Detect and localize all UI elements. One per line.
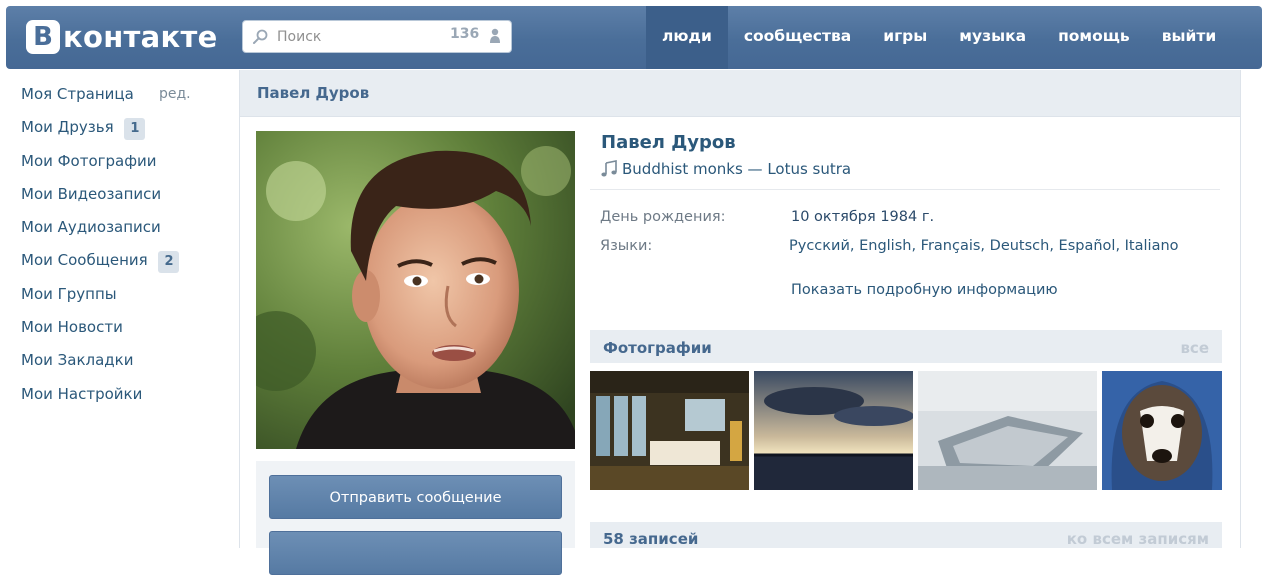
photos-title[interactable]: Фотографии [603,339,712,357]
menu-my-groups[interactable]: Мои Группы [21,282,179,315]
menu-my-bookmarks[interactable]: Мои Закладки [21,348,179,381]
nav-games[interactable]: игры [867,6,943,69]
profile-status[interactable]: Buddhist monks — Lotus sutra [600,160,851,178]
divider [590,189,1220,190]
menu-my-friends[interactable]: Мои Друзья 1 [21,115,179,148]
menu-label: Мои Сообщения [21,251,148,270]
birthday-value[interactable]: 10 октября 1984 г. [791,209,934,225]
menu-label: Мои Новости [21,318,123,337]
friends-count-badge: 1 [124,118,146,141]
profile-header-title: Павел Дуров [257,84,370,102]
photos-section-header: Фотографии все [590,330,1222,363]
edit-link[interactable]: ред. [159,82,191,106]
photos-all-link[interactable]: все [1180,339,1209,357]
profile-actions: Отправить сообщение [256,461,575,575]
menu-my-audio[interactable]: Мои Аудиозаписи [21,215,179,248]
menu-my-messages[interactable]: Мои Сообщения 2 [21,248,180,281]
menu-label: Мои Аудиозаписи [21,218,161,237]
music-note-icon [601,160,617,177]
menu-my-news[interactable]: Мои Новости [21,315,179,348]
posts-count[interactable]: 58 записей [603,530,698,548]
search-input[interactable] [277,27,447,47]
menu-label: Мои Фотографии [21,151,157,170]
profile-photo-image [256,131,575,449]
menu-label: Мои Настройки [21,384,143,403]
profile-name: Павел Дуров [601,132,736,153]
top-nav: люди сообщества игры музыка помощь выйти [646,6,1232,69]
posts-section-header: 58 записей ко всем записям [590,522,1222,548]
nav-people[interactable]: люди [646,6,728,69]
send-message-button[interactable]: Отправить сообщение [269,475,562,519]
nav-help[interactable]: помощь [1042,6,1146,69]
photo-thumbnail[interactable] [590,371,749,490]
second-action-button[interactable] [269,531,562,575]
menu-label: Мои Группы [21,284,117,303]
photo-thumbnail[interactable] [918,371,1097,490]
person-icon [490,28,500,43]
vk-logo[interactable]: В контакте [26,20,218,54]
status-text: Buddhist monks — Lotus sutra [622,160,852,178]
languages-label: Языки: [600,238,653,254]
search-icon [253,29,268,44]
logo-badge: В [26,20,60,54]
nav-logout[interactable]: выйти [1146,6,1233,69]
all-posts-link[interactable]: ко всем записям [1067,530,1209,548]
online-count: 136 [450,26,480,42]
nav-communities[interactable]: сообщества [728,6,867,69]
languages-value[interactable]: Русский, English, Français, Deutsch, Esp… [789,238,1179,254]
menu-label: Мои Видеозаписи [21,184,162,203]
messages-count-badge: 2 [158,251,180,274]
birthday-label: День рождения: [600,209,726,225]
menu-label: Мои Друзья [21,118,114,137]
menu-label: Моя Страница [21,85,134,103]
photo-thumbnail[interactable] [1102,371,1222,490]
menu-my-settings[interactable]: Мои Настройки [21,382,179,415]
photo-thumbnail[interactable] [754,371,913,490]
menu-my-videos[interactable]: Мои Видеозаписи [21,182,179,215]
show-more-info-link[interactable]: Показать подробную информацию [791,282,1058,298]
profile-photo[interactable] [256,131,575,449]
logo-text: контакте [63,20,218,54]
menu-my-photos[interactable]: Мои Фотографии [21,149,179,182]
menu-label: Мои Закладки [21,351,134,370]
menu-my-page[interactable]: Моя Страница ред. [21,82,191,115]
profile-header: Павел Дуров [240,70,1240,117]
left-menu: Моя Страница ред. Мои Друзья 1 Мои Фотог… [21,82,191,415]
nav-music[interactable]: музыка [943,6,1042,69]
